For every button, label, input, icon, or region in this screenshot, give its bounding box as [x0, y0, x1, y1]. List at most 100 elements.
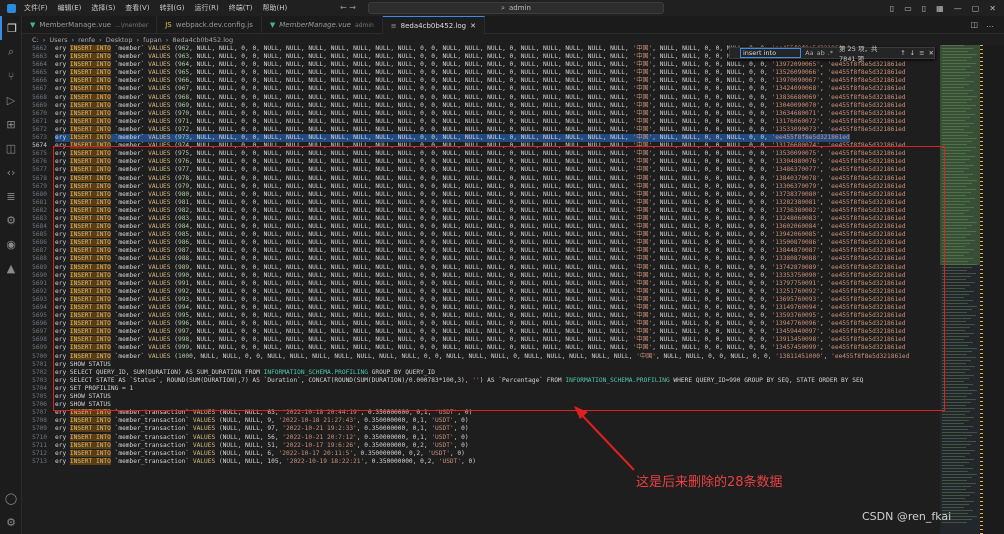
code-line[interactable]: 5711 ery INSERT INTO `member_transaction`…	[22, 441, 940, 450]
minimap-line	[942, 471, 968, 472]
explorer-icon[interactable]: ❐	[0, 16, 22, 40]
line-code: ery INSERT INTO `member` VALUES (968, NU…	[55, 93, 906, 101]
minimap-line	[942, 342, 973, 343]
minimap-line	[942, 291, 974, 292]
code-line[interactable]: 5669 ery INSERT INTO `member` VALUES (969…	[22, 101, 940, 110]
minimap-line	[942, 456, 965, 457]
code-line[interactable]: 5672 ery INSERT INTO `member` VALUES (972…	[22, 125, 940, 134]
code-line[interactable]: 5671 ery INSERT INTO `member` VALUES (971…	[22, 117, 940, 126]
breadcrumb-item[interactable]: fupan	[143, 36, 162, 44]
match-word-toggle[interactable]: ab	[817, 49, 825, 57]
layout-panel-icon[interactable]: ▭	[904, 4, 912, 13]
more-actions-icon[interactable]: …	[986, 20, 994, 29]
line-number: 5670	[32, 109, 47, 117]
line-number: 5702	[32, 368, 47, 376]
forward-arrow-icon[interactable]: →	[349, 3, 356, 12]
minimap-line	[942, 318, 971, 319]
minimap-line	[942, 357, 976, 358]
line-number: 5710	[32, 433, 47, 441]
menu-item[interactable]: 选择(S)	[91, 3, 115, 13]
source-control-icon[interactable]: ⑂	[0, 64, 22, 88]
tab-0[interactable]: ▼ MemberManage.vue ...\member	[22, 16, 158, 34]
minimap-line	[942, 276, 971, 277]
minimap-line	[942, 315, 976, 316]
tab-close-icon[interactable]: ✕	[470, 22, 476, 30]
menu-item[interactable]: 查看(V)	[125, 3, 149, 13]
code-line[interactable]: 5667 ery INSERT INTO `member` VALUES (967…	[22, 85, 940, 93]
code-icon[interactable]: ‹›	[0, 160, 22, 184]
minimap-line	[942, 438, 967, 439]
minimap-line	[942, 345, 968, 346]
menu-item[interactable]: 编辑(E)	[58, 3, 82, 13]
tab-3[interactable]: ≡ 8eda4cb0b452.log ✕	[382, 16, 485, 34]
line-number: 5681	[32, 198, 47, 206]
previous-match-icon[interactable]: ↑	[900, 49, 905, 57]
close-find-icon[interactable]: ✕	[929, 49, 934, 57]
database-icon[interactable]: ≣	[0, 184, 22, 208]
find-in-selection-icon[interactable]: ≡	[919, 49, 924, 57]
manage-gear-icon[interactable]: ⚙	[0, 510, 22, 534]
menu-item[interactable]: 终端(T)	[229, 3, 253, 13]
code-line[interactable]: 5670 ery INSERT INTO `member` VALUES (970…	[22, 109, 940, 118]
breadcrumb-item[interactable]: Users	[49, 36, 67, 44]
annotation-text: 这是后来删除的28条数据	[636, 475, 783, 490]
breadcrumb-item[interactable]: 8eda4cb0b452.log	[172, 36, 233, 44]
breadcrumb-item[interactable]: Desktop	[106, 36, 133, 44]
search-icon: ⌕	[501, 3, 505, 12]
breadcrumb-item[interactable]: C:	[32, 36, 39, 44]
watermark: CSDN @ren_fkai	[862, 510, 952, 523]
code-line[interactable]: 5712 ery INSERT INTO `member_transaction`…	[22, 449, 940, 458]
back-arrow-icon[interactable]: ←	[340, 3, 347, 12]
deploy-icon[interactable]: ▲	[0, 256, 22, 280]
line-number: 5682	[32, 206, 47, 214]
maximize-icon[interactable]: ▢	[972, 4, 980, 13]
find-input[interactable]: insert into	[740, 48, 802, 58]
minimap[interactable]	[940, 45, 980, 534]
editor-actions: ◫ …	[970, 16, 1004, 33]
minimap-line	[942, 486, 971, 487]
close-icon[interactable]: ✕	[989, 4, 996, 13]
minimap-viewport[interactable]	[940, 45, 980, 265]
tab-2[interactable]: ▼ MemberManage.vue admin	[262, 16, 383, 34]
gitlens-icon[interactable]: ◉	[0, 232, 22, 256]
minimize-icon[interactable]: —	[954, 4, 962, 13]
next-match-icon[interactable]: ↓	[910, 49, 915, 57]
match-case-toggle[interactable]: Aa	[805, 49, 813, 57]
breadcrumb-item[interactable]: renfe	[78, 36, 95, 44]
regex-toggle[interactable]: .*	[828, 49, 833, 57]
remote-explorer-icon[interactable]: ◫	[0, 136, 22, 160]
command-center-search[interactable]: ⌕ admin	[368, 2, 664, 14]
minimap-line	[942, 273, 976, 274]
minimap-line	[942, 462, 969, 463]
minimap-line	[942, 423, 964, 424]
code-line[interactable]: 5713 ery INSERT INTO `member_transaction`…	[22, 457, 940, 466]
line-number: 5664	[32, 61, 47, 69]
line-number: 5673	[32, 134, 47, 142]
tab-hint: ...\member	[115, 21, 149, 29]
minimap-line	[942, 504, 969, 505]
code-line[interactable]: 5673 ery INSERT INTO `member` VALUES (973…	[22, 134, 940, 143]
tab-1[interactable]: JS webpack.dev.config.js	[157, 16, 262, 34]
layout-custom-icon[interactable]: ▦	[936, 4, 944, 13]
layout-secondary-icon[interactable]: ▯	[922, 4, 926, 13]
run-debug-icon[interactable]: ▷	[0, 88, 22, 112]
line-code: ery INSERT INTO `member_transaction` VAL…	[55, 433, 469, 441]
line-number: 5699	[32, 344, 47, 352]
code-line[interactable]: 5668 ery INSERT INTO `member` VALUES (968…	[22, 93, 940, 102]
layout-sidebar-icon[interactable]: ▯	[890, 4, 894, 13]
code-line[interactable]: 5709 ery INSERT INTO `member_transaction`…	[22, 425, 940, 433]
search-icon[interactable]: ⌕	[0, 40, 22, 64]
menu-item[interactable]: 转到(G)	[160, 3, 185, 13]
settings-sync-icon[interactable]: ⚙	[0, 208, 22, 232]
menu-item[interactable]: 运行(R)	[194, 3, 218, 13]
line-number: 5672	[32, 125, 47, 133]
menu-item[interactable]: 帮助(H)	[263, 3, 288, 13]
code-line[interactable]: 5710 ery INSERT INTO `member_transaction`…	[22, 433, 940, 442]
menu-item[interactable]: 文件(F)	[24, 3, 48, 13]
breadcrumb-separator-icon: ›	[136, 35, 140, 44]
account-icon[interactable]: ◯	[0, 486, 22, 510]
vscode-logo-icon	[0, 0, 22, 16]
extensions-icon[interactable]: ⊞	[0, 112, 22, 136]
split-editor-icon[interactable]: ◫	[970, 20, 978, 29]
vertical-scrollbar[interactable]	[980, 45, 1004, 534]
